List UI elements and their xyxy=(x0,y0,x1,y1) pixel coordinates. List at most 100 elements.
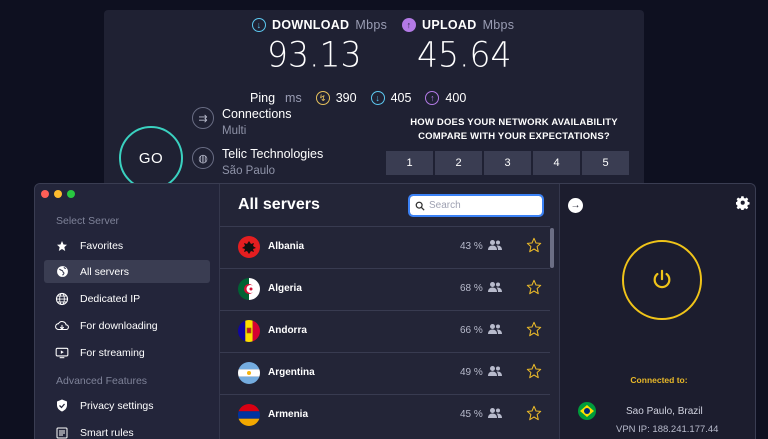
country-name: Armenia xyxy=(268,409,309,420)
connection-pane: → Connected to: Sao Paulo, Brazil VPN IP… xyxy=(559,184,755,439)
sidebar-item-label: All servers xyxy=(80,265,130,278)
andorra-flag-icon xyxy=(238,320,260,342)
connect-toggle-button[interactable] xyxy=(622,240,702,320)
sidebar-item-label: Favorites xyxy=(80,239,124,252)
star-icon xyxy=(54,240,70,252)
server-load: 66 % xyxy=(460,325,483,336)
speedtest-panel: ↓ DOWNLOAD Mbps 93.13 ↑ UPLOAD Mbps 45.6… xyxy=(104,10,644,200)
download-ping-icon: ↓ xyxy=(370,91,385,105)
sidebar-item-streaming[interactable]: For streaming xyxy=(44,341,210,364)
upload-ping-icon: ↑ xyxy=(425,91,440,105)
rating-scale: 1 2 3 4 5 xyxy=(386,151,629,175)
armenia-flag-icon xyxy=(238,404,260,426)
connected-to-label: Connected to: xyxy=(630,375,688,385)
sidebar-item-label: Smart rules xyxy=(80,426,134,439)
ping-row: Ping ms ↯ 390 ↓ 405 ↑ 400 xyxy=(250,91,466,105)
rules-icon xyxy=(54,427,70,439)
country-name: Algeria xyxy=(268,283,302,294)
rating-option[interactable]: 3 xyxy=(484,151,531,175)
ping-unit: ms xyxy=(285,91,302,105)
sidebar-item-label: Privacy settings xyxy=(80,399,154,412)
argentina-flag-icon xyxy=(238,362,260,384)
sidebar-item-favorites[interactable]: Favorites xyxy=(44,234,210,257)
country-name: Andorra xyxy=(268,325,307,336)
server-list-scrollbar[interactable] xyxy=(549,226,555,439)
provider-location[interactable]: São Paulo xyxy=(222,165,275,177)
select-server-heading: Select Server xyxy=(56,215,120,227)
favorite-star-icon[interactable] xyxy=(526,405,542,421)
sidebar-item-label: For streaming xyxy=(80,346,145,359)
algeria-flag-icon xyxy=(238,278,260,300)
sidebar-item-label: Dedicated IP xyxy=(80,292,141,305)
server-load: 45 % xyxy=(460,409,483,420)
minimize-window-button[interactable] xyxy=(54,190,62,198)
download-value: 93.13 xyxy=(267,34,362,75)
connections-icon: ⇉ xyxy=(192,107,214,129)
users-icon xyxy=(488,282,502,292)
screen: ↓ DOWNLOAD Mbps 93.13 ↑ UPLOAD Mbps 45.6… xyxy=(0,0,768,439)
sidebar-item-all-servers[interactable]: All servers xyxy=(44,260,210,283)
country-name: Argentina xyxy=(268,367,315,378)
favorite-star-icon[interactable] xyxy=(526,237,542,253)
upload-unit: Mbps xyxy=(482,18,515,32)
globe-icon: ◍ xyxy=(192,147,214,169)
sidebar-item-label: For downloading xyxy=(80,319,158,332)
maximize-window-button[interactable] xyxy=(67,190,75,198)
rating-option[interactable]: 1 xyxy=(386,151,433,175)
connections-value[interactable]: Multi xyxy=(222,125,246,137)
go-button[interactable]: GO xyxy=(119,126,183,190)
server-row-andorra[interactable]: Andorra 66 % xyxy=(220,310,550,352)
provider-name: Telic Technologies xyxy=(222,147,324,161)
sidebar-item-smart-rules[interactable]: Smart rules xyxy=(44,421,210,439)
ping-download-value: 405 xyxy=(390,91,412,105)
download-unit: Mbps xyxy=(355,18,388,32)
window-controls xyxy=(41,190,75,198)
sidebar-item-privacy-settings[interactable]: Privacy settings xyxy=(44,394,210,417)
server-row-argentina[interactable]: Argentina 49 % xyxy=(220,352,550,394)
server-row-albania[interactable]: Albania 43 % xyxy=(220,226,550,268)
users-icon xyxy=(488,240,502,250)
download-arrow-icon: ↓ xyxy=(252,18,266,32)
upload-arrow-icon: ↑ xyxy=(402,18,416,32)
country-name: Albania xyxy=(268,241,305,252)
search-field[interactable]: Search xyxy=(408,194,544,217)
download-metric: ↓ DOWNLOAD Mbps 93.13 xyxy=(252,18,388,75)
brazil-flag-icon xyxy=(578,402,596,420)
forward-arrow-button[interactable]: → xyxy=(568,198,583,213)
sidebar-item-downloading[interactable]: For downloading xyxy=(44,314,210,337)
tv-play-icon xyxy=(54,347,70,359)
rating-option[interactable]: 2 xyxy=(435,151,482,175)
server-list-pane: All servers Search Albania 43 % Algeria … xyxy=(220,184,559,439)
server-load: 49 % xyxy=(460,367,483,378)
upload-value: 45.64 xyxy=(417,34,512,75)
favorite-star-icon[interactable] xyxy=(526,321,542,337)
rating-option[interactable]: 5 xyxy=(582,151,629,175)
server-list: Albania 43 % Algeria 68 % Andorra 66 % A… xyxy=(220,226,550,436)
ping-label: Ping xyxy=(250,91,276,105)
rating-option[interactable]: 4 xyxy=(533,151,580,175)
idle-ping-icon: ↯ xyxy=(315,91,330,105)
server-row-armenia[interactable]: Armenia 45 % xyxy=(220,394,550,436)
shield-icon xyxy=(54,399,70,412)
power-icon xyxy=(653,269,671,289)
albania-flag-icon xyxy=(238,236,260,258)
availability-question: HOW DOES YOUR NETWORK AVAILABILITY COMPA… xyxy=(410,117,618,142)
connected-location: Sao Paulo, Brazil xyxy=(626,406,703,417)
users-icon xyxy=(488,324,502,334)
upload-label: UPLOAD xyxy=(422,18,477,32)
server-row-algeria[interactable]: Algeria 68 % xyxy=(220,268,550,310)
users-icon xyxy=(488,408,502,418)
scrollbar-thumb[interactable] xyxy=(550,228,554,268)
sidebar: Select Server Favorites All servers Dedi… xyxy=(35,184,220,439)
gear-icon[interactable] xyxy=(736,196,750,210)
ping-upload-value: 400 xyxy=(445,91,467,105)
vpn-ip-address: VPN IP: 188.241.177.44 xyxy=(616,424,719,435)
favorite-star-icon[interactable] xyxy=(526,363,542,379)
search-input[interactable]: Search xyxy=(429,200,461,211)
favorite-star-icon[interactable] xyxy=(526,279,542,295)
globe-icon xyxy=(54,265,70,278)
vpn-window: Select Server Favorites All servers Dedi… xyxy=(34,183,756,439)
close-window-button[interactable] xyxy=(41,190,49,198)
sidebar-item-dedicated-ip[interactable]: Dedicated IP xyxy=(44,287,210,310)
users-icon xyxy=(488,366,502,376)
